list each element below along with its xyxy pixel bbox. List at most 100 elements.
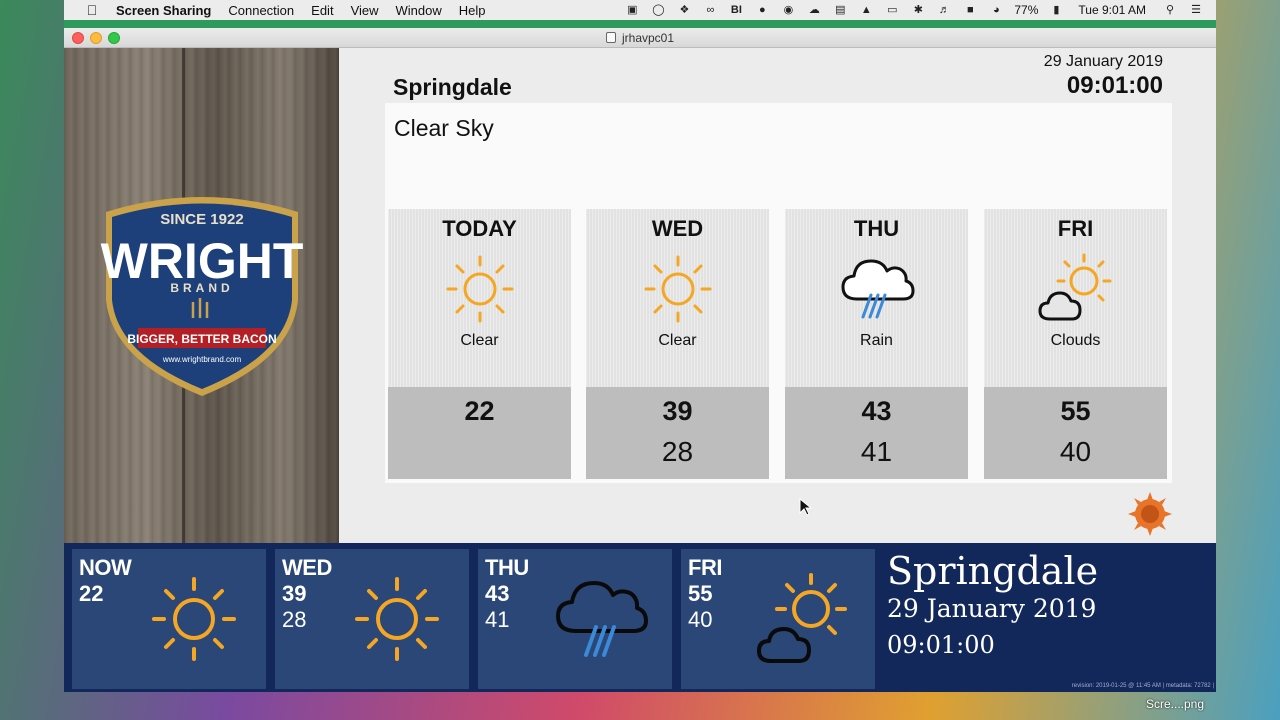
rain-cloud-icon	[837, 251, 917, 327]
day-low: 41	[860, 436, 893, 467]
day-low: 40	[1059, 436, 1092, 467]
drive-icon[interactable]: ▤	[832, 4, 848, 16]
day-name: TODAY	[442, 216, 517, 241]
globe-icon[interactable]: ◉	[780, 4, 796, 16]
forecast-day-wed: WED Clear 39 28	[586, 209, 769, 479]
forecast-day-today: TODAY Clear 22	[388, 209, 571, 479]
bluetooth-icon[interactable]: ✱	[910, 4, 926, 16]
ticker-tile-wed: WED 39 28	[275, 549, 469, 689]
revision-text: revision: 2019-01-25 @ 11:45 AM | metada…	[1071, 683, 1214, 689]
sun-cloud-icon	[1036, 251, 1116, 327]
menu-view[interactable]: View	[351, 3, 379, 18]
battery-percent[interactable]: 77%	[1014, 3, 1038, 17]
menu-window[interactable]: Window	[396, 3, 442, 18]
current-time: 09:01:00	[1066, 72, 1163, 99]
ticker-tile-fri: FRI 55 40	[681, 549, 875, 689]
ticker-city: Springdale	[887, 549, 1099, 593]
minimize-button[interactable]	[90, 32, 102, 44]
tile-low: 40	[688, 607, 713, 632]
current-condition: Clear Sky	[394, 115, 494, 141]
tile-label: FRI	[688, 555, 722, 580]
lock-icon[interactable]: ■	[962, 4, 978, 16]
logo-since: SINCE 1922	[160, 211, 243, 228]
day-condition: Clouds	[1050, 332, 1101, 349]
menu-list-icon[interactable]: ☰	[1188, 4, 1204, 16]
weather-ticker: NOW 22 WED 39 28 THU 43 41 FRI 55 40 Spr…	[64, 543, 1216, 692]
cloud-icon[interactable]: ☁	[806, 4, 822, 16]
day-condition: Clear	[460, 332, 499, 349]
bi-icon[interactable]: BI	[728, 4, 744, 16]
menu-help[interactable]: Help	[459, 3, 486, 18]
sun-cloud-icon	[753, 569, 853, 669]
current-date: 29 January 2019	[1043, 53, 1163, 70]
tile-high: 22	[79, 581, 104, 606]
forecast-card: Clear Sky TODAY Clear 22 WED Clear 39 28…	[385, 103, 1172, 483]
day-low: 28	[661, 436, 694, 467]
wifi-icon[interactable]: ◕	[988, 4, 1004, 16]
brand-logo: SINCE 1922 WRIGHT BRAND BIGGER, BETTER B…	[96, 190, 308, 400]
ticker-time: 09:01:00	[887, 631, 995, 659]
weather-panel: Springdale 29 January 2019 09:01:00 Clea…	[339, 48, 1216, 543]
glasses-icon[interactable]: ∞	[702, 4, 718, 16]
day-high: 43	[861, 396, 892, 426]
day-high: 39	[662, 396, 693, 426]
ticker-info: Springdale 29 January 2019 09:01:00	[884, 543, 1214, 692]
desktop-strip	[64, 20, 1216, 28]
s-icon[interactable]: ●	[754, 4, 770, 16]
zoom-button[interactable]	[108, 32, 120, 44]
sun-badge-icon[interactable]	[1128, 492, 1172, 536]
camera-icon[interactable]: ▣	[624, 4, 640, 16]
tile-label: NOW	[79, 555, 132, 580]
tile-low: 41	[485, 607, 510, 632]
window-title: jrhavpc01	[621, 30, 675, 45]
menu-app-name[interactable]: Screen Sharing	[116, 3, 211, 18]
desktop-file-label[interactable]: Scre....png	[1146, 697, 1204, 711]
tile-label: THU	[485, 555, 529, 580]
forecast-day-thu: THU Rain 43 41	[785, 209, 968, 479]
disk-icon[interactable]: ◯	[650, 4, 666, 16]
rain-cloud-icon	[550, 569, 650, 669]
search-icon[interactable]: ⚲	[1162, 4, 1178, 16]
document-icon	[605, 32, 616, 43]
day-name: THU	[853, 216, 900, 241]
window-controls	[72, 32, 120, 44]
flame-icon[interactable]: ▲	[858, 4, 874, 16]
screen-sharing-window: jrhavpc01 SINCE 1922 WRIGHT BRAND BIGGER…	[64, 28, 1216, 692]
sun-icon	[440, 251, 520, 327]
close-button[interactable]	[72, 32, 84, 44]
tile-high: 55	[688, 581, 713, 606]
sun-icon	[638, 251, 718, 327]
ticker-tile-now: NOW 22	[72, 549, 266, 689]
wood-panel: SINCE 1922 WRIGHT BRAND BIGGER, BETTER B…	[64, 48, 339, 543]
menu-connection[interactable]: Connection	[228, 3, 294, 18]
logo-url: www.wrightbrand.com	[162, 355, 242, 364]
city-name: Springdale	[393, 74, 512, 100]
tile-low: 28	[282, 607, 307, 632]
forecast-day-fri: FRI Clouds 55 40	[984, 209, 1167, 479]
window-titlebar[interactable]: jrhavpc01	[64, 28, 1216, 48]
day-high: 55	[1060, 396, 1091, 426]
ticker-tile-thu: THU 43 41	[478, 549, 672, 689]
tile-high: 39	[282, 581, 307, 606]
day-name: FRI	[1057, 216, 1094, 241]
sun-icon	[347, 569, 447, 669]
logo-sub: BRAND	[170, 281, 233, 295]
menubar-clock[interactable]: Tue 9:01 AM	[1078, 3, 1146, 17]
sun-icon	[144, 569, 244, 669]
status-area: ▣ ◯ ❖ ∞ BI ● ◉ ☁ ▤ ▲ ▭ ✱ ♬ ■ ◕ 77% ▮ Tue…	[624, 3, 1216, 17]
logo-tagline: BIGGER, BETTER BACON	[127, 332, 276, 346]
dropbox-icon[interactable]: ❖	[676, 4, 692, 16]
tile-high: 43	[485, 581, 510, 606]
apple-icon[interactable]: 	[82, 2, 102, 18]
ticker-date: 29 January 2019	[887, 594, 1097, 623]
display-icon[interactable]: ▭	[884, 4, 900, 16]
tile-label: WED	[282, 555, 332, 580]
day-name: WED	[651, 216, 704, 241]
menu-edit[interactable]: Edit	[311, 3, 333, 18]
menu-bar:  Screen Sharing Connection Edit View Wi…	[64, 0, 1216, 20]
day-high: 22	[464, 396, 495, 426]
battery-icon[interactable]: ▮	[1048, 4, 1064, 16]
mouse-cursor-icon	[799, 497, 813, 516]
volume-icon[interactable]: ♬	[936, 4, 952, 16]
day-condition: Clear	[658, 332, 697, 349]
